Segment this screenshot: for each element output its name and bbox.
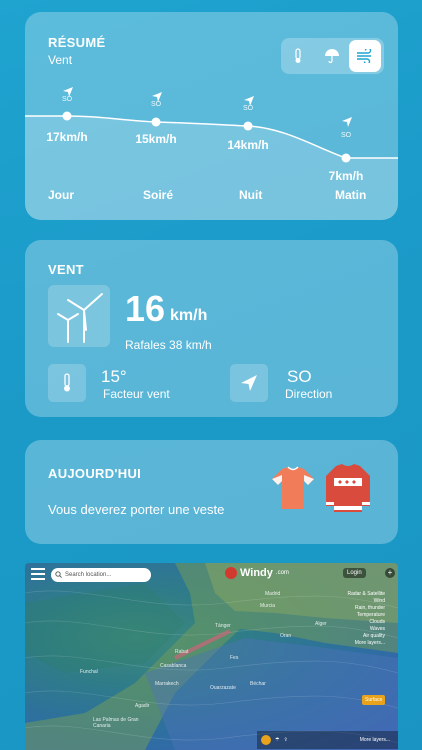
direction-arrow-icon <box>342 117 352 127</box>
summary-card: RÉSUMÉ Vent SO SO SO SO 17km/h 15km/h 14 <box>25 12 398 220</box>
wind-speed-unit: km/h <box>170 307 208 324</box>
period-label: Nuit <box>239 188 263 202</box>
city-label: Agadir <box>135 703 150 709</box>
city-label: Madrid <box>265 591 281 597</box>
layer-waves[interactable]: Waves <box>341 626 385 633</box>
map-bottom-bar: ☂ ⇪ More layers... <box>257 731 398 749</box>
wind-mode-button[interactable] <box>349 40 381 72</box>
period-label: Jour <box>48 188 75 202</box>
city-label: Alger <box>315 621 327 627</box>
speed-label: 7km/h <box>328 169 364 183</box>
summary-subtitle: Vent <box>48 53 73 67</box>
layer-temperature[interactable]: Temperature <box>341 612 385 619</box>
direction-label: Direction <box>285 387 333 401</box>
wind-chill-value: 15° <box>101 367 127 386</box>
forecast-icon[interactable]: ☂ <box>275 737 279 743</box>
city-label: Béchar <box>250 681 266 687</box>
city-label: Oran <box>280 633 292 639</box>
search-icon <box>55 571 62 578</box>
direction-value: SO <box>287 367 312 386</box>
windy-brand-suffix: .com <box>275 570 289 576</box>
city-label: Marrakech <box>155 681 179 687</box>
city-label: Fes <box>230 655 239 661</box>
direction-arrow-icon <box>230 364 268 402</box>
wind-chill-label: Facteur vent <box>103 387 170 401</box>
wind-icon <box>357 49 372 63</box>
map-toolbar: Search location... Windy .com Login + <box>25 563 398 587</box>
rain-mode-button[interactable] <box>315 38 349 74</box>
windy-map[interactable]: Search location... Windy .com Login + Ra… <box>25 563 398 750</box>
surface-selector[interactable]: Surface <box>362 695 386 705</box>
layer-more[interactable]: More layers... <box>341 640 385 647</box>
point-jour <box>62 111 72 121</box>
login-button[interactable]: Login <box>343 568 366 578</box>
windy-brand: Windy <box>240 567 273 579</box>
direction-label: SO <box>61 96 73 103</box>
point-soire <box>151 117 161 127</box>
layer-air-quality[interactable]: Air quality <box>341 633 385 640</box>
layers-menu: Radar & Satellite Wind Rain, thunder Tem… <box>341 591 385 647</box>
layer-wind[interactable]: Wind <box>341 598 385 605</box>
layer-radar[interactable]: Radar & Satellite <box>341 591 385 598</box>
umbrella-icon <box>325 49 339 64</box>
city-label: Tánger <box>215 623 231 629</box>
direction-label: SO <box>242 105 254 112</box>
gusts-text: Rafales 38 km/h <box>125 338 212 352</box>
city-label: Rabat <box>175 649 189 655</box>
today-title: AUJOURD'HUI <box>48 466 142 481</box>
city-label: Casablanca <box>160 663 187 669</box>
point-nuit <box>243 121 253 131</box>
thermometer-icon <box>295 48 301 63</box>
period-label: Matin <box>335 188 367 202</box>
sweater-icon <box>322 462 374 519</box>
point-matin <box>341 153 351 163</box>
layer-clouds[interactable]: Clouds <box>341 619 385 626</box>
speed-label: 15km/h <box>135 132 177 146</box>
turbine-icon <box>48 285 110 347</box>
direction-label: SO <box>150 101 162 108</box>
temperature-mode-button[interactable] <box>281 38 315 74</box>
heart-icon[interactable] <box>261 735 271 745</box>
windy-logo-icon <box>225 567 237 579</box>
share-icon[interactable]: ⇪ <box>283 737 287 743</box>
map-search-input[interactable]: Search location... <box>51 568 151 582</box>
clothing-advice: Vous deverez porter une veste <box>48 502 225 517</box>
thermometer-icon <box>48 364 86 402</box>
wind-title: VENT <box>48 262 84 277</box>
city-label: Funchal <box>80 669 98 675</box>
city-label: Ouarzazate <box>210 685 236 691</box>
more-layers-link[interactable]: More layers... <box>360 737 398 743</box>
direction-label: SO <box>340 132 352 139</box>
layer-rain[interactable]: Rain, thunder <box>341 605 385 612</box>
wind-card: VENT 16 km/h Rafales 38 km/h 15° Facteur… <box>25 240 398 417</box>
speed-label: 14km/h <box>227 138 269 152</box>
summary-title: RÉSUMÉ <box>48 35 106 50</box>
city-label: Murcia <box>260 603 276 609</box>
mode-selector <box>281 38 384 74</box>
windy-logo: Windy .com <box>225 567 289 579</box>
zoom-in-button[interactable]: + <box>385 568 395 578</box>
period-label: Soiré <box>143 188 174 202</box>
tshirt-icon <box>270 465 316 516</box>
speed-label: 17km/h <box>46 130 88 144</box>
today-card: AUJOURD'HUI Vous deverez porter une vest… <box>25 440 398 544</box>
city-label: Las Palmas de Gran Canaria <box>93 717 139 729</box>
menu-icon[interactable] <box>31 568 45 580</box>
wind-speed-value: 16 <box>125 288 166 329</box>
